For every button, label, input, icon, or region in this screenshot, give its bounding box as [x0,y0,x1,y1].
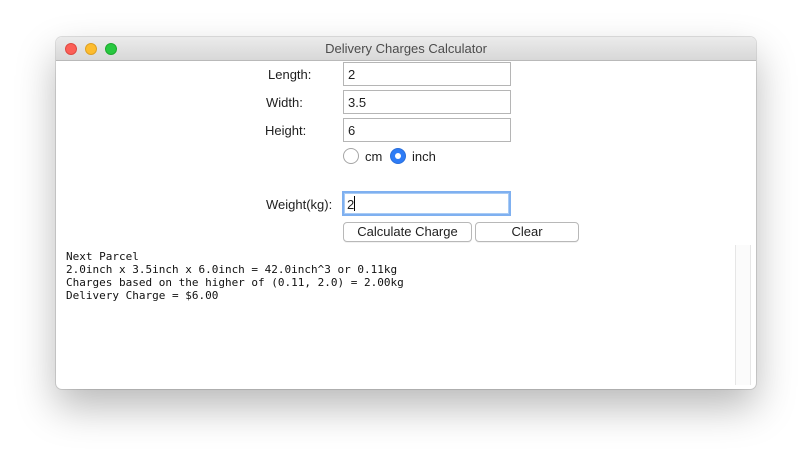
unit-cm-label[interactable]: cm [365,149,382,164]
length-field[interactable]: 2 [343,62,511,86]
output-text-area[interactable]: Next Parcel 2.0inch x 3.5inch x 6.0inch … [66,250,726,380]
text-caret [354,196,356,211]
weight-field[interactable]: 2 [342,191,511,216]
output-line: Next Parcel [66,250,139,263]
output-line: Delivery Charge = $6.00 [66,289,219,302]
width-field[interactable]: 3.5 [343,90,511,114]
clear-button[interactable]: Clear [475,222,579,242]
unit-cm-radio[interactable] [343,148,359,164]
unit-inch-radio[interactable] [390,148,406,164]
length-label: Length: [268,67,312,82]
weight-label: Weight(kg): [266,197,333,212]
output-scrollbar[interactable] [735,245,751,385]
title-bar[interactable]: Delivery Charges Calculator [56,37,756,61]
width-label: Width: [266,95,303,110]
output-line: 2.0inch x 3.5inch x 6.0inch = 42.0inch^3… [66,263,398,276]
weight-value: 2 [347,197,355,212]
window-title: Delivery Charges Calculator [325,41,487,56]
height-field[interactable]: 6 [343,118,511,142]
calculate-charge-button[interactable]: Calculate Charge [343,222,472,242]
height-label: Height: [265,123,307,138]
app-window: Delivery Charges Calculator Length: 2 Wi… [56,37,756,389]
output-line: Charges based on the higher of (0.11, 2.… [66,276,404,289]
unit-inch-label[interactable]: inch [412,149,436,164]
